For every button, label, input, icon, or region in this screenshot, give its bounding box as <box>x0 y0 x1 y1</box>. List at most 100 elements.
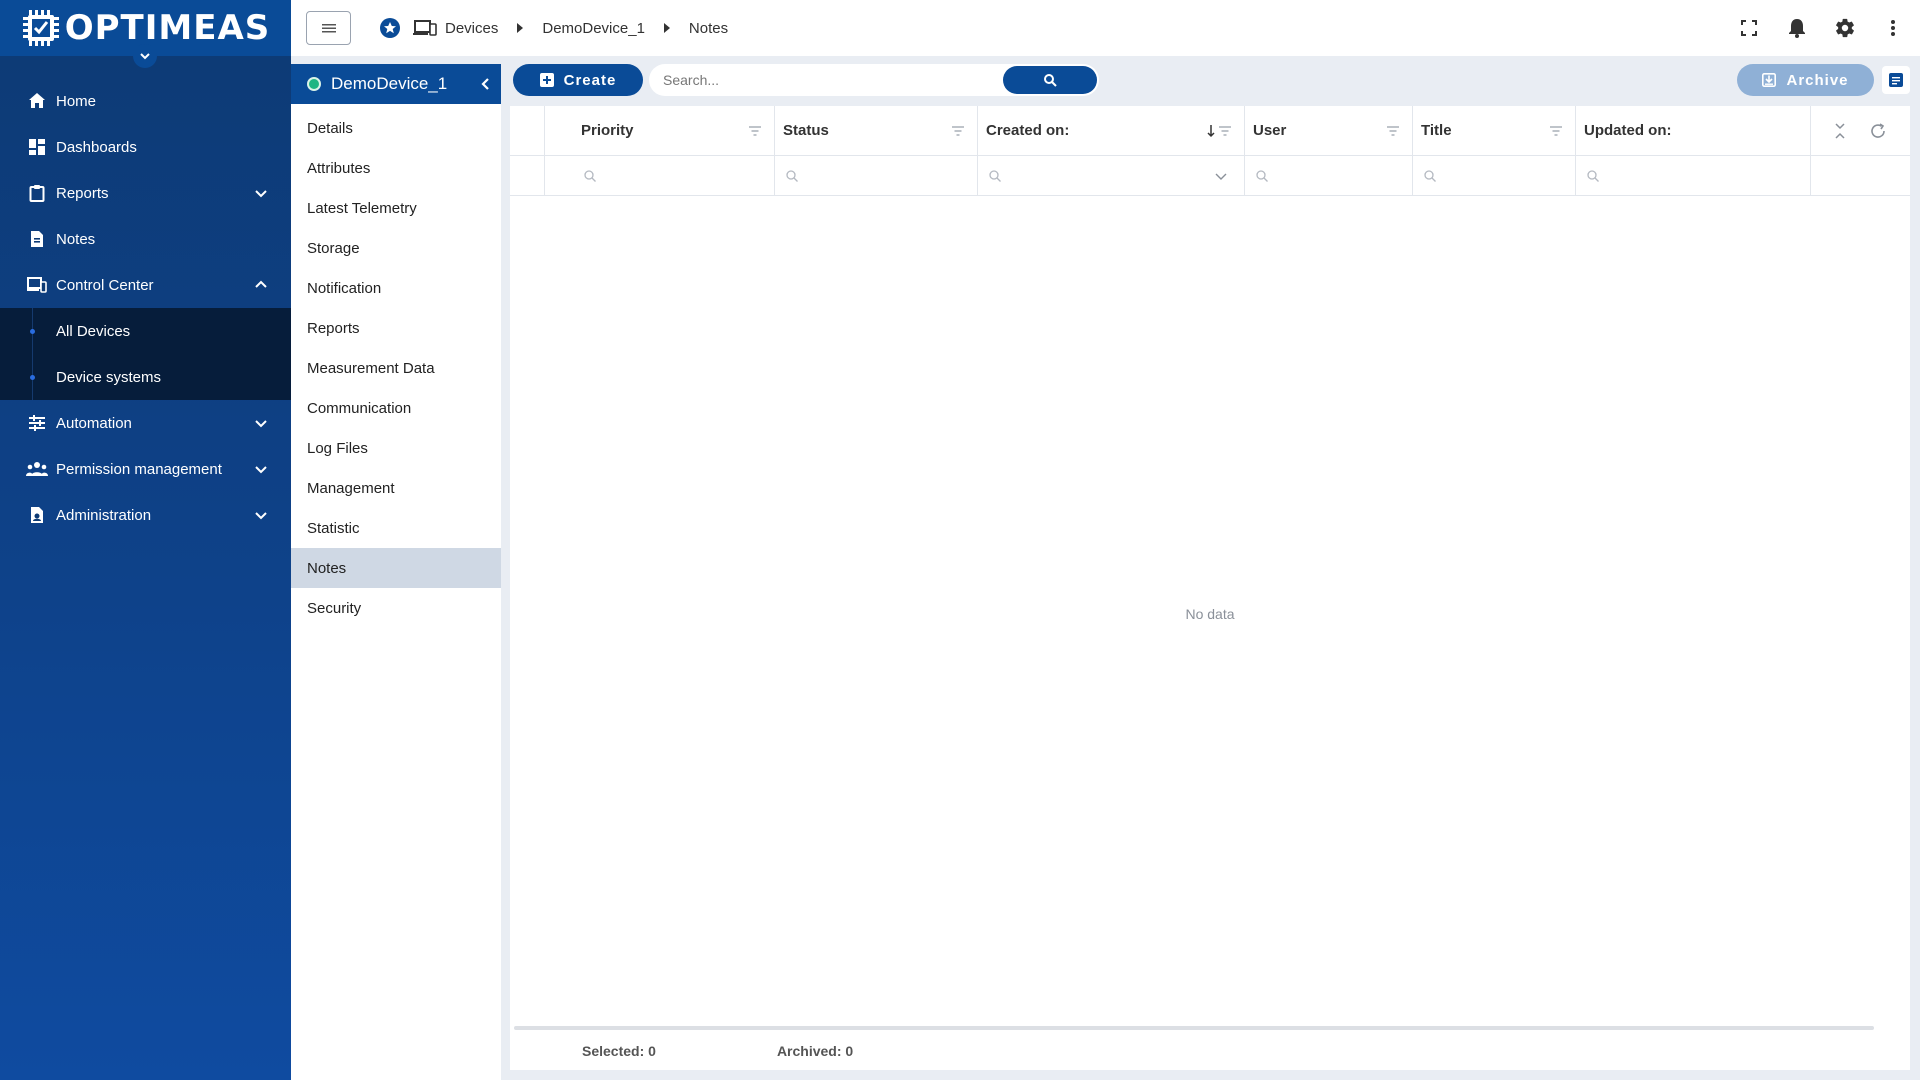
archived-count: Archived: 0 <box>776 1043 854 1059</box>
bullet-dot-icon <box>30 328 35 334</box>
refresh-icon[interactable] <box>1869 122 1887 140</box>
nav-item-all-devices[interactable]: All Devices <box>0 308 291 354</box>
nav-item-reports[interactable]: Reports <box>0 170 291 216</box>
filter-icon[interactable] <box>1386 124 1400 138</box>
detail-item-reports[interactable]: Reports <box>291 308 501 348</box>
column-header-created-on[interactable]: Created on: <box>978 106 1245 155</box>
nav-label: Dashboards <box>56 138 137 156</box>
detail-item-details[interactable]: Details <box>291 108 501 148</box>
archive-label: Archive <box>1786 71 1849 89</box>
search-box <box>649 64 1099 96</box>
detail-item-notification[interactable]: Notification <box>291 268 501 308</box>
table-footer: Selected: 0 Archived: 0 <box>510 1032 1910 1070</box>
nav-item-permission-management[interactable]: Permission management <box>0 446 291 492</box>
caret-right-icon <box>663 23 670 33</box>
detail-item-statistic[interactable]: Statistic <box>291 508 501 548</box>
filter-icon[interactable] <box>748 124 762 138</box>
nav-item-control-center[interactable]: Control Center <box>0 262 291 308</box>
filter-cell-select <box>510 156 545 195</box>
archive-icon <box>1762 73 1777 87</box>
column-header-priority[interactable]: Priority <box>545 106 775 155</box>
column-label: Priority <box>581 122 634 139</box>
filter-icon[interactable] <box>1549 124 1563 138</box>
nav-item-automation[interactable]: Automation <box>0 400 291 446</box>
detail-item-storage[interactable]: Storage <box>291 228 501 268</box>
notifications-bell-icon[interactable] <box>1784 15 1810 41</box>
filter-cell-tools <box>1811 156 1910 195</box>
column-label: Created on: <box>986 122 1070 139</box>
filter-icon[interactable] <box>951 124 965 138</box>
settings-gear-icon[interactable] <box>1832 15 1858 41</box>
collapse-chevron-left-icon[interactable] <box>475 74 495 94</box>
sort-descending-icon[interactable] <box>1206 124 1216 138</box>
chip-logo-icon <box>21 8 61 48</box>
nav-item-home[interactable]: Home <box>0 78 291 124</box>
column-label: Status <box>783 122 829 139</box>
detail-item-management[interactable]: Management <box>291 468 501 508</box>
detail-item-notes[interactable]: Notes <box>291 548 501 588</box>
nav-item-notes[interactable]: Notes <box>0 216 291 262</box>
detail-item-latest-telemetry[interactable]: Latest Telemetry <box>291 188 501 228</box>
filter-cell-title[interactable] <box>1413 156 1576 195</box>
search-input[interactable] <box>649 64 1009 96</box>
favorite-star-icon[interactable] <box>379 17 401 39</box>
detail-item-attributes[interactable]: Attributes <box>291 148 501 188</box>
breadcrumb: Devices DemoDevice_1 Notes <box>379 17 728 39</box>
create-label: Create <box>563 71 617 89</box>
chevron-down-icon <box>253 185 269 201</box>
menu-toggle-button[interactable] <box>306 11 351 45</box>
brand-logo[interactable]: OPTIMEAS <box>0 0 291 68</box>
plus-square-icon <box>539 73 554 87</box>
collapse-all-icon[interactable] <box>1833 122 1847 139</box>
nav-item-administration[interactable]: Administration <box>0 492 291 538</box>
detail-item-measurement-data[interactable]: Measurement Data <box>291 348 501 388</box>
breadcrumb-devices-link[interactable]: Devices <box>445 20 498 37</box>
notes-view-icon[interactable] <box>1882 66 1910 94</box>
filter-cell-user[interactable] <box>1245 156 1413 195</box>
admin-icon <box>26 504 48 526</box>
more-vertical-icon[interactable] <box>1880 15 1906 41</box>
detail-item-communication[interactable]: Communication <box>291 388 501 428</box>
nav-label: Administration <box>56 506 152 524</box>
filter-cell-status[interactable] <box>775 156 978 195</box>
nav-label: Home <box>56 92 97 110</box>
caret-right-icon <box>517 23 524 33</box>
online-status-icon <box>307 77 321 91</box>
nav-label: Notes <box>56 230 96 248</box>
empty-state-text: No data <box>1185 606 1235 622</box>
filter-cell-created-on[interactable] <box>978 156 1245 195</box>
fullscreen-icon[interactable] <box>1736 15 1762 41</box>
breadcrumb-device-link[interactable]: DemoDevice_1 <box>542 20 645 37</box>
search-icon <box>1587 169 1599 182</box>
column-header-updated-on[interactable]: Updated on: <box>1576 106 1811 155</box>
device-header: DemoDevice_1 <box>291 64 501 104</box>
horizontal-scrollbar[interactable] <box>514 1026 1874 1030</box>
column-label: User <box>1253 122 1287 139</box>
column-header-user[interactable]: User <box>1245 106 1413 155</box>
create-button[interactable]: Create <box>513 64 643 96</box>
search-icon <box>989 169 1001 182</box>
filter-cell-priority[interactable] <box>545 156 775 195</box>
brand-name: OPTIMEAS <box>64 8 271 48</box>
nav-label: Permission management <box>56 460 222 478</box>
detail-item-security[interactable]: Security <box>291 588 501 628</box>
chevron-down-icon[interactable] <box>1214 169 1228 183</box>
expand-logo-chevron-icon[interactable] <box>133 44 157 68</box>
chevron-down-icon <box>253 461 269 477</box>
filter-icon[interactable] <box>1218 124 1232 138</box>
detail-item-log-files[interactable]: Log Files <box>291 428 501 468</box>
nav-label: Device systems <box>56 368 162 386</box>
column-label: Updated on: <box>1584 122 1672 139</box>
column-header-title[interactable]: Title <box>1413 106 1576 155</box>
archive-button[interactable]: Archive <box>1737 64 1874 96</box>
notes-icon <box>26 228 48 250</box>
filter-cell-updated-on[interactable] <box>1576 156 1811 195</box>
nav-label: Control Center <box>56 276 154 294</box>
nav-item-device-systems[interactable]: Device systems <box>0 354 291 400</box>
search-button[interactable] <box>1003 66 1097 94</box>
notes-toolbar: Create Archive <box>513 64 1910 96</box>
nav-label: Automation <box>56 414 132 432</box>
detail-menu-list: Details Attributes Latest Telemetry Stor… <box>291 108 501 628</box>
column-header-status[interactable]: Status <box>775 106 978 155</box>
nav-item-dashboards[interactable]: Dashboards <box>0 124 291 170</box>
